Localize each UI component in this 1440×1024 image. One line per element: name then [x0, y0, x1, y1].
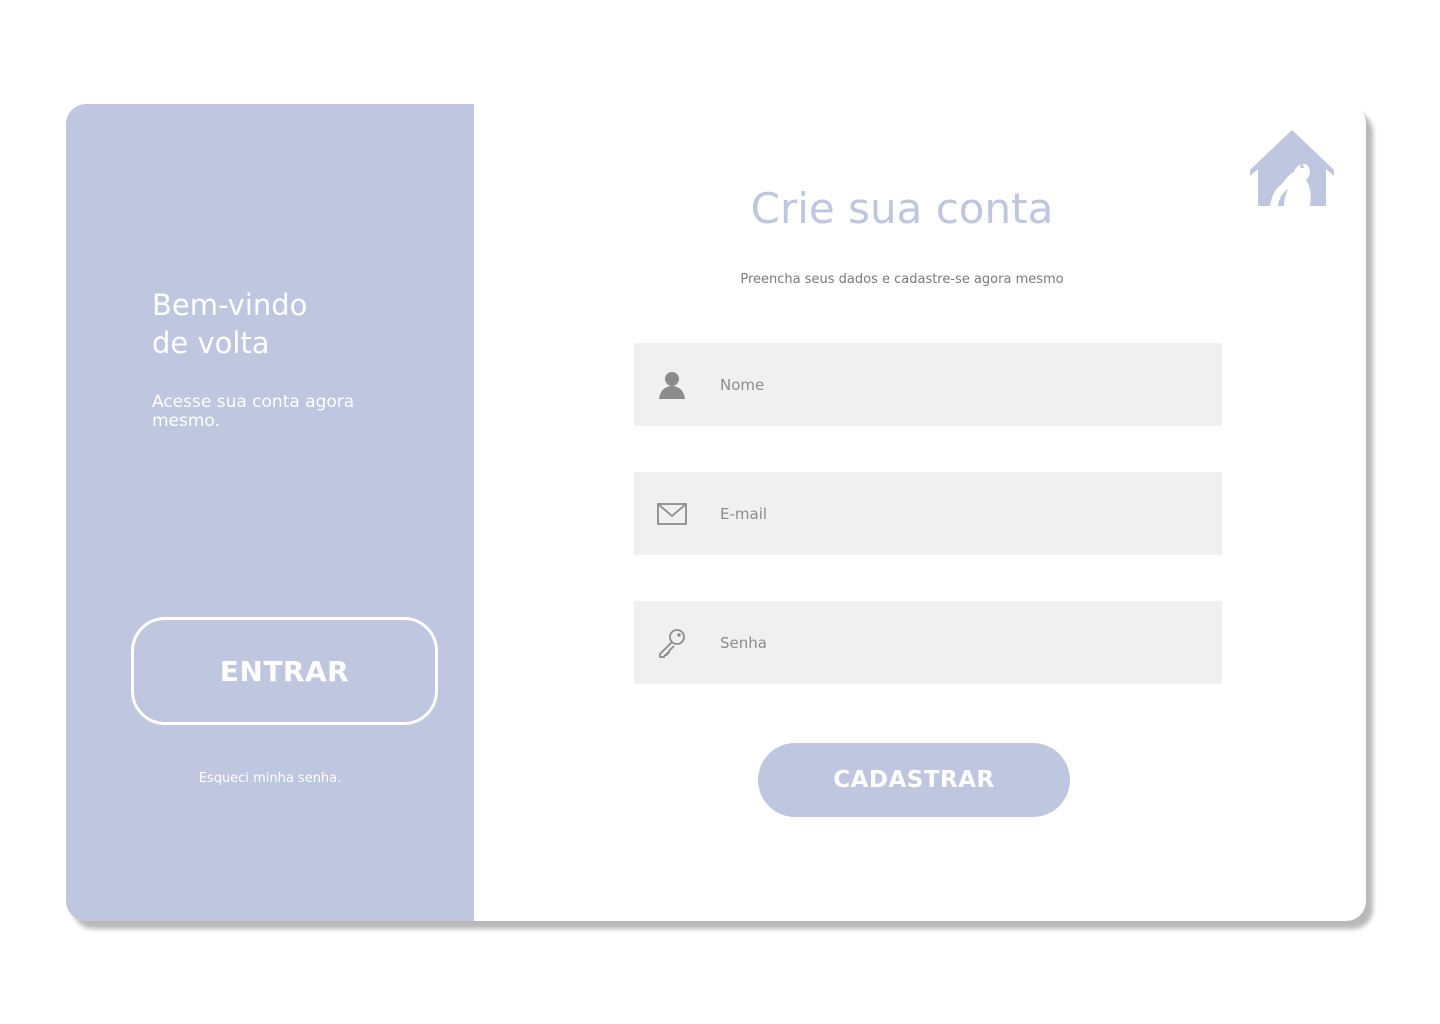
signup-subtitle: Preencha seus dados e cadastre-se agora … — [740, 272, 1064, 287]
welcome-title: Bem-vindo de volta — [152, 286, 412, 362]
user-icon — [659, 372, 685, 399]
forgot-password-link[interactable]: Esqueci minha senha. — [66, 771, 474, 786]
name-input[interactable] — [720, 343, 1200, 426]
welcome-title-line2: de volta — [152, 326, 270, 360]
email-input[interactable] — [720, 472, 1200, 555]
signup-button[interactable]: CADASTRAR — [758, 743, 1070, 817]
welcome-subtitle: Acesse sua conta agora mesmo. — [152, 392, 355, 431]
welcome-title-line1: Bem-vindo — [152, 288, 308, 322]
mail-icon — [657, 503, 687, 525]
password-field[interactable] — [634, 601, 1222, 684]
key-icon — [659, 629, 685, 658]
email-field[interactable] — [634, 472, 1222, 555]
password-input[interactable] — [720, 601, 1200, 684]
auth-card: Bem-vindo de volta Acesse sua conta agor… — [66, 104, 1366, 921]
signup-title: Crie sua conta — [750, 184, 1054, 233]
enter-button[interactable]: ENTRAR — [131, 617, 438, 725]
welcome-panel: Bem-vindo de volta Acesse sua conta agor… — [66, 104, 474, 921]
name-field[interactable] — [634, 343, 1222, 426]
